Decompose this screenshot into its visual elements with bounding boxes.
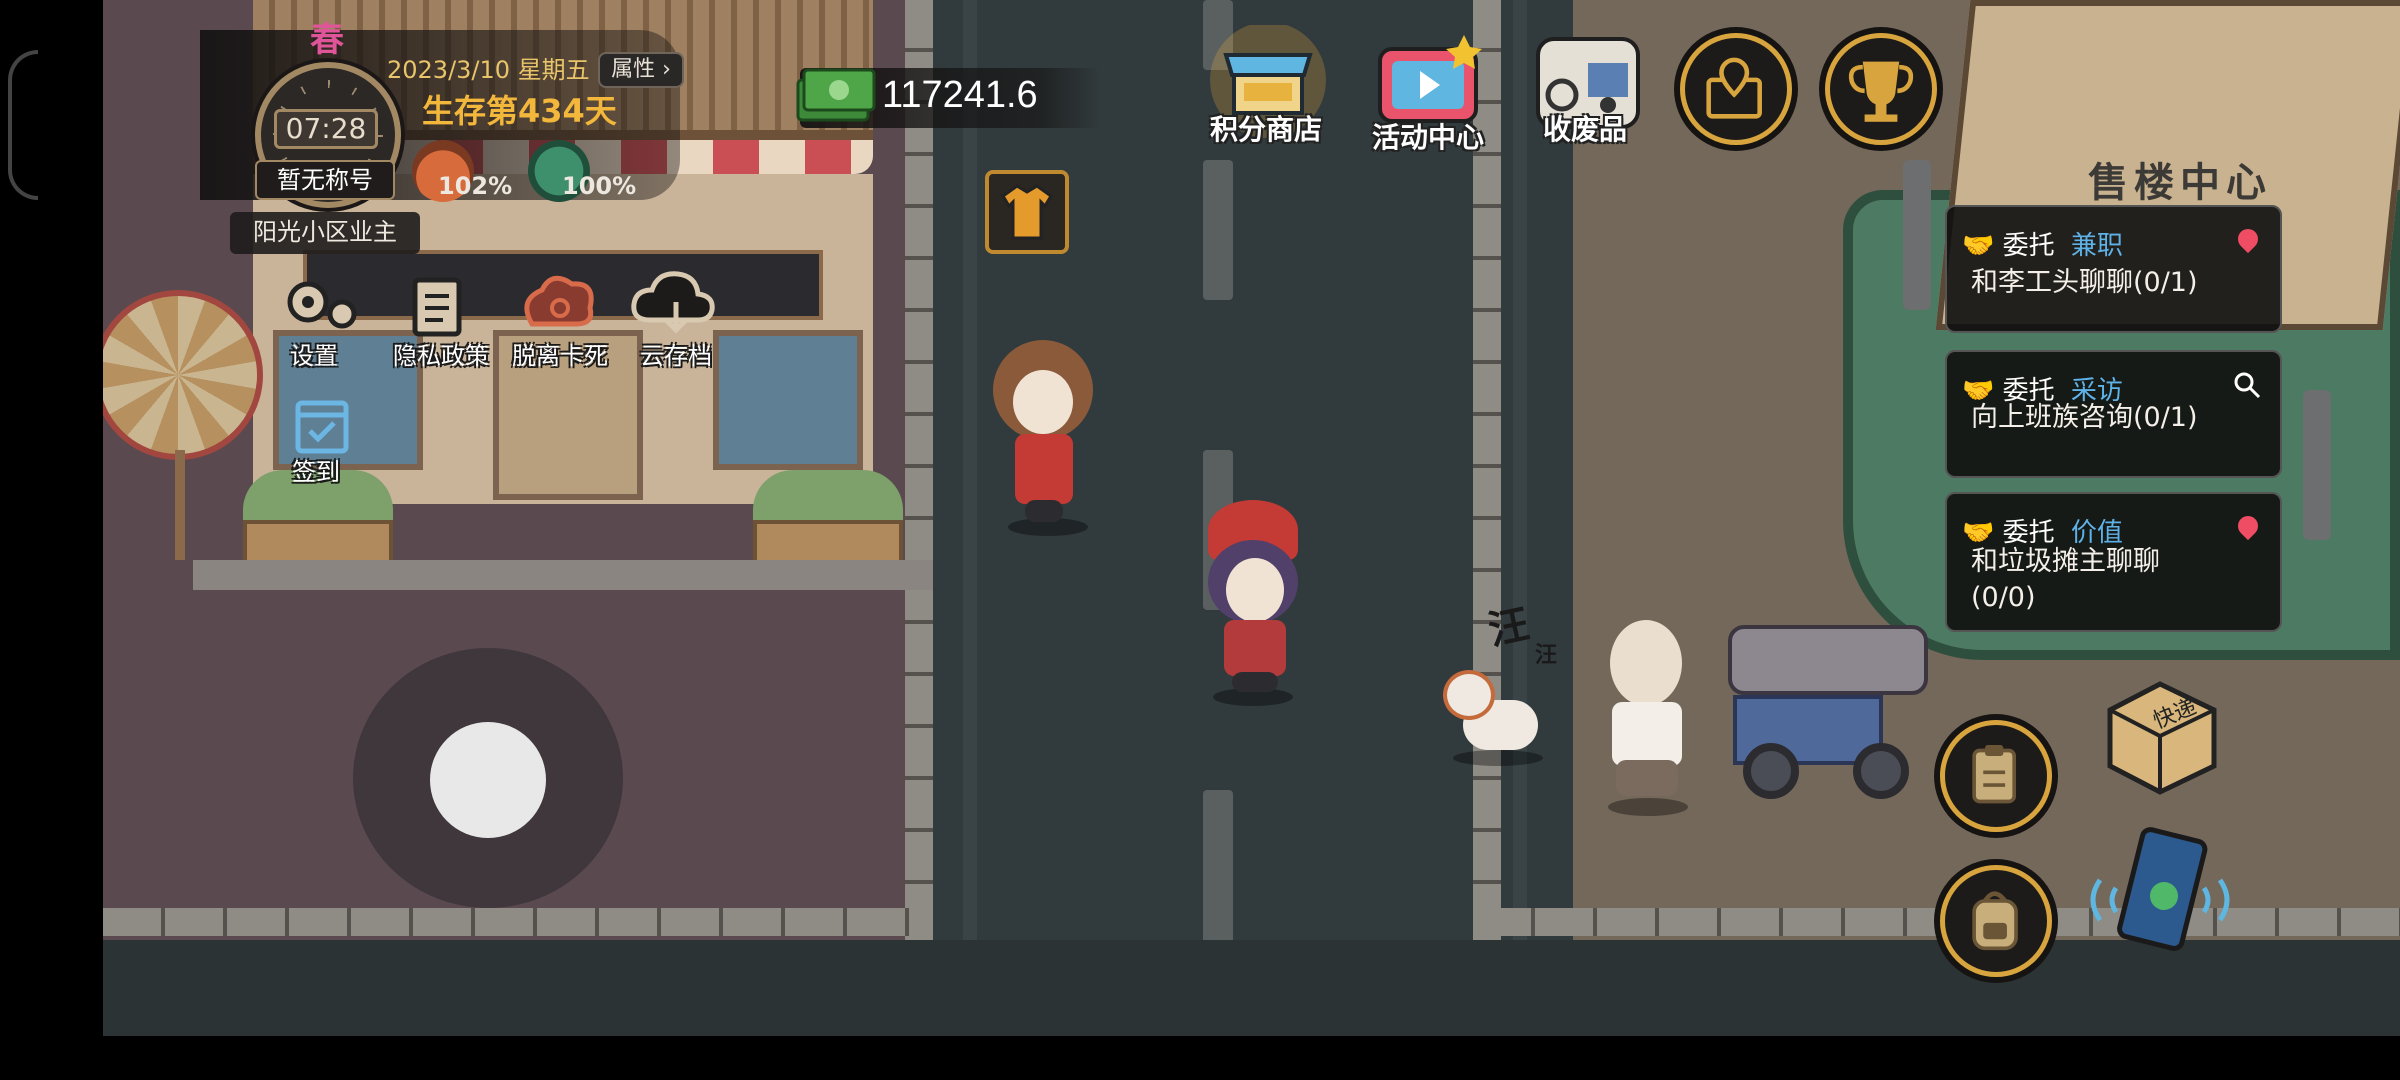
hunger-value: 102% bbox=[438, 172, 513, 200]
cloud-upload-icon bbox=[631, 271, 715, 334]
quest-progress: (0/0) bbox=[1971, 582, 2036, 613]
dog-npc[interactable] bbox=[1433, 660, 1563, 770]
map-pin-icon bbox=[1706, 57, 1762, 119]
game-time: 07:28 bbox=[274, 109, 378, 149]
location-pin-icon[interactable] bbox=[2233, 224, 2263, 254]
gear-icon bbox=[287, 281, 357, 329]
lane-marking bbox=[1203, 160, 1233, 300]
cash-icon bbox=[796, 68, 876, 122]
curb-bottom-left bbox=[103, 908, 933, 936]
recycle-label: 收废品 bbox=[1543, 113, 1628, 146]
edge-handle bbox=[8, 50, 38, 200]
health-value: 100% bbox=[562, 172, 637, 200]
money-amount: 117241.6 bbox=[882, 74, 1038, 116]
achievements-button[interactable] bbox=[1825, 33, 1937, 145]
quest-card[interactable]: 🤝 委托 采访 向上班族咨询(0/1) bbox=[1945, 350, 2282, 478]
lower-road bbox=[103, 940, 2400, 1036]
player-character[interactable] bbox=[1188, 500, 1318, 710]
document-icon bbox=[412, 277, 462, 337]
search-icon[interactable] bbox=[2232, 370, 2262, 400]
game-screen: 售楼中心 汪 汪 07:28 春 2023/3/10 星期五 属性 › 生存第4… bbox=[0, 0, 2400, 1080]
checkin-label: 签到 bbox=[292, 458, 340, 486]
wheel bbox=[1743, 743, 1799, 799]
curb-bottom-right bbox=[1473, 908, 2400, 936]
street-lamp bbox=[1903, 160, 1931, 310]
outfit-button[interactable] bbox=[985, 170, 1069, 254]
attributes-button[interactable]: 属性 › bbox=[598, 52, 684, 88]
quest-objective: 向上班族咨询(0/1) bbox=[1971, 402, 2198, 433]
wheel bbox=[1853, 743, 1909, 799]
season-badge: 春 bbox=[310, 20, 344, 60]
game-date: 2023/3/10 星期五 bbox=[387, 56, 590, 84]
backpack-button[interactable] bbox=[1940, 865, 2052, 977]
attributes-label: 属性 bbox=[611, 57, 656, 82]
bark-text-small: 汪 bbox=[1535, 642, 1558, 668]
npc-office-worker[interactable] bbox=[983, 340, 1103, 540]
location-pin-icon[interactable] bbox=[2233, 511, 2263, 541]
street-lamp bbox=[2303, 390, 2331, 540]
handshake-icon: 🤝 bbox=[1962, 231, 1995, 261]
phone-icon bbox=[2090, 827, 2230, 951]
quest-objective: 和垃圾摊主聊聊 bbox=[1971, 546, 2160, 577]
scrap-tricycle[interactable] bbox=[1703, 625, 1933, 805]
cloud-save-label: 云存档 bbox=[640, 342, 712, 370]
activity-center-label: 活动中心 bbox=[1372, 121, 1485, 154]
quest-type: 兼职 bbox=[2070, 231, 2123, 261]
task-list-button[interactable] bbox=[1940, 720, 2052, 832]
npc-scrap-vendor[interactable] bbox=[1598, 620, 1698, 820]
lane-marking bbox=[1203, 790, 1233, 950]
quest-kind: 委托 bbox=[2002, 231, 2055, 261]
settings-label: 设置 bbox=[290, 342, 338, 370]
trophy-icon bbox=[1848, 61, 1914, 122]
clipboard-icon bbox=[1972, 745, 2017, 804]
backpack-icon bbox=[1972, 891, 2018, 951]
quest-card[interactable]: 🤝 委托 价值 和垃圾摊主聊聊 (0/0) bbox=[1945, 492, 2282, 632]
points-shop-label: 积分商店 bbox=[1210, 113, 1323, 146]
owner-badge[interactable]: 阳光小区业主 bbox=[230, 212, 420, 254]
joystick-knob[interactable] bbox=[430, 722, 546, 838]
map-button[interactable] bbox=[1680, 33, 1792, 145]
shirt-icon bbox=[1001, 184, 1053, 240]
express-box-button[interactable]: 快递 bbox=[2090, 670, 2230, 800]
privacy-policy-label: 隐私政策 bbox=[393, 342, 489, 370]
sales-center-sign: 售楼中心 bbox=[2088, 160, 2272, 206]
chevron-right-icon: › bbox=[662, 57, 671, 82]
survival-days: 生存第434天 bbox=[422, 92, 617, 130]
player-title-badge[interactable]: 暂无称号 bbox=[255, 160, 395, 200]
package-icon bbox=[2107, 681, 2217, 795]
phone-button[interactable] bbox=[2080, 820, 2240, 960]
unstuck-icon bbox=[524, 275, 594, 327]
quest-card[interactable]: 🤝 委托 兼职 和李工头聊聊(0/1) bbox=[1945, 205, 2282, 333]
quest-objective: 和李工头聊聊(0/1) bbox=[1971, 267, 2198, 298]
unstuck-label: 脱离卡死 bbox=[512, 342, 608, 370]
